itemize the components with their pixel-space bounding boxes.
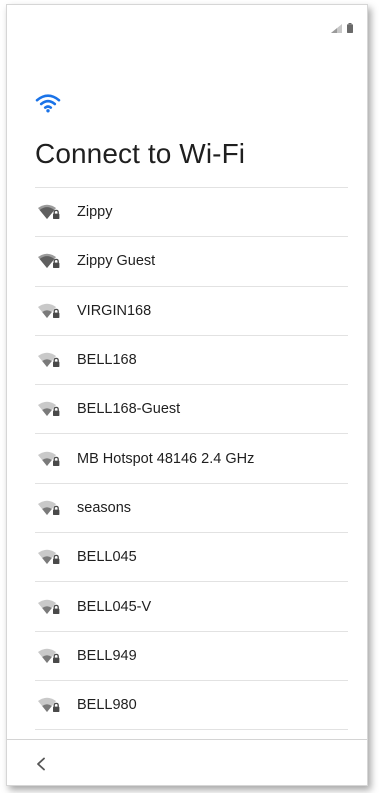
network-name: VIRGIN168 — [77, 302, 152, 319]
network-name: BELL168-Guest — [77, 401, 181, 418]
wifi-lock-icon — [37, 597, 67, 617]
network-item[interactable]: BELL980 — [35, 681, 348, 731]
wifi-lock-icon — [37, 498, 67, 518]
network-name: BELL045 — [77, 549, 137, 566]
wifi-lock-icon — [37, 251, 67, 271]
status-bar — [331, 21, 353, 33]
setup-screen: Connect to Wi-Fi Zippy Zippy Guest VIRGIN1… — [6, 4, 368, 786]
network-item[interactable]: BELL168-Guest — [35, 385, 348, 435]
network-item[interactable]: Zippy — [35, 188, 348, 238]
back-button[interactable] — [29, 752, 53, 776]
network-item[interactable]: BELL168 — [35, 336, 348, 386]
navigation-bar — [7, 739, 367, 785]
network-name: BELL949 — [77, 647, 137, 664]
network-name: BELL168 — [77, 352, 137, 369]
wifi-lock-icon — [37, 646, 67, 666]
wifi-lock-icon — [37, 350, 67, 370]
wifi-lock-icon — [37, 449, 67, 469]
network-item[interactable]: BELL045-V — [35, 582, 348, 632]
network-item[interactable]: BELL949 — [35, 632, 348, 681]
wifi-icon — [35, 93, 61, 118]
signal-icon — [331, 24, 342, 33]
network-name: MB Hotspot 48146 2.4 GHz — [77, 450, 255, 467]
network-item[interactable]: MB Hotspot 48146 2.4 GHz — [35, 434, 348, 484]
network-name: Zippy — [77, 204, 113, 221]
wifi-lock-icon — [37, 301, 67, 321]
battery-icon — [347, 23, 353, 33]
wifi-lock-icon — [37, 695, 67, 715]
network-item[interactable]: seasons — [35, 484, 348, 534]
network-item[interactable]: Zippy Guest — [35, 237, 348, 287]
network-item[interactable]: BELL045 — [35, 533, 348, 583]
network-name: seasons — [77, 499, 132, 516]
network-name: Zippy Guest — [77, 253, 156, 270]
network-name: BELL980 — [77, 697, 137, 714]
network-list: Zippy Zippy Guest VIRGIN168 BELL168 BELL168-… — [35, 187, 348, 731]
wifi-lock-icon — [37, 547, 67, 567]
chevron-left-icon — [37, 757, 45, 771]
wifi-lock-icon — [37, 399, 67, 419]
wifi-lock-icon — [37, 202, 67, 222]
network-name: BELL045-V — [77, 598, 152, 615]
network-item[interactable]: VIRGIN168 — [35, 287, 348, 336]
page-title: Connect to Wi-Fi — [35, 138, 246, 169]
